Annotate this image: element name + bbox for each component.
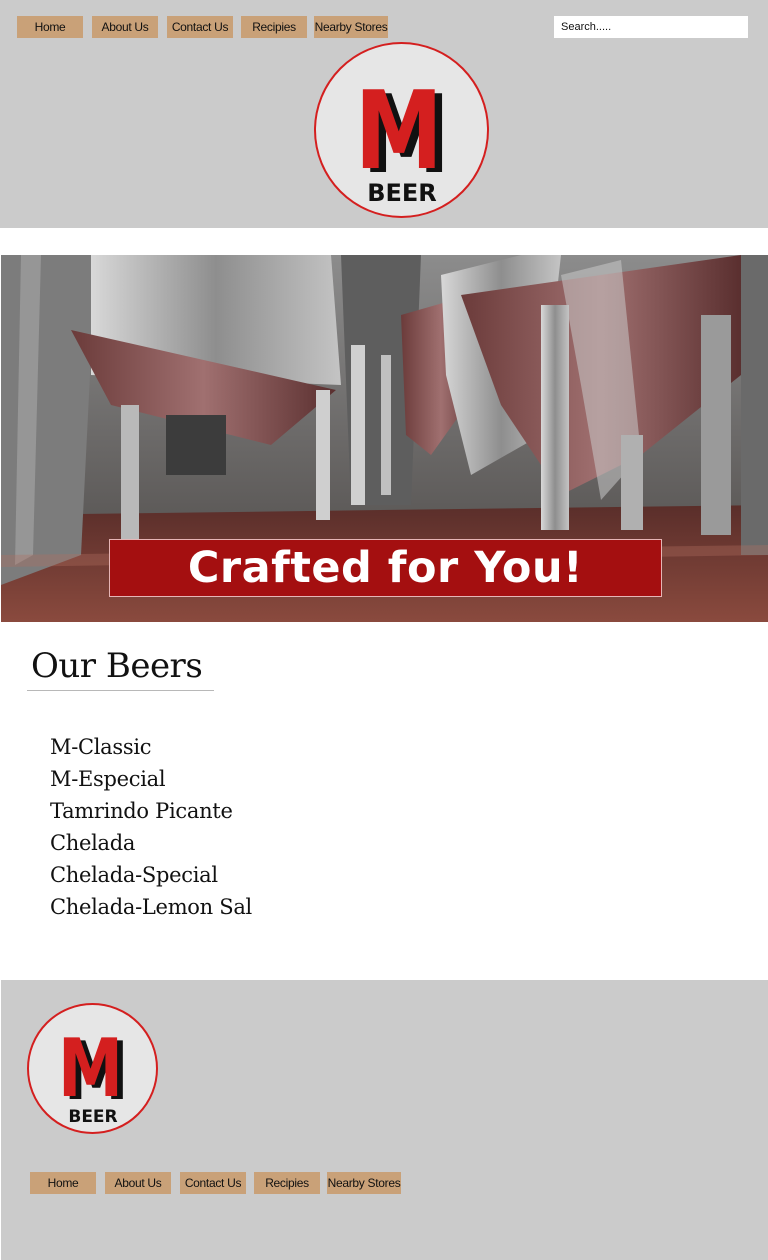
footer-recipes-button[interactable]: Recipies [254,1172,320,1194]
footer-home-button[interactable]: Home [30,1172,96,1194]
footer-stores-button[interactable]: Nearby Stores [327,1172,401,1194]
footer-about-button[interactable]: About Us [105,1172,171,1194]
nav-recipes-button[interactable]: Recipies [241,16,307,38]
nav-home-button[interactable]: Home [17,16,83,38]
beer-item[interactable]: Chelada-Lemon Sal [50,891,252,923]
hero-image: Crafted for You! [1,255,768,622]
beer-item[interactable]: Chelada-Special [50,859,252,891]
brand-logo[interactable]: M M BEER [314,42,489,218]
footer-logo-word: BEER [68,1107,117,1127]
site-footer: M M BEER Home About Us Contact Us Recipi… [1,980,768,1260]
logo-mark: M M BEER [355,68,451,207]
nav-contact-button[interactable]: Contact Us [167,16,233,38]
beer-item[interactable]: M-Classic [50,731,252,763]
hero-banner-text: Crafted for You! [187,543,584,593]
beer-item[interactable]: Tamrindo Picante [50,795,252,827]
nav-stores-button[interactable]: Nearby Stores [314,16,388,38]
hero-banner: Crafted for You! [109,539,662,597]
beer-item[interactable]: M-Especial [50,763,252,795]
footer-logo[interactable]: M M BEER [27,1003,158,1134]
site-header: Home About Us Contact Us Recipies Nearby… [0,0,768,228]
heading-divider [27,690,214,691]
nav-about-button[interactable]: About Us [92,16,158,38]
beers-heading: Our Beers [31,646,203,686]
beer-list: M-Classic M-Especial Tamrindo Picante Ch… [50,731,252,923]
footer-contact-button[interactable]: Contact Us [180,1172,246,1194]
footer-logo-letter: M [58,1023,123,1116]
logo-letter: M [355,68,443,194]
logo-word: BEER [367,179,437,207]
footer-logo-mark: M M BEER [58,1023,129,1127]
beer-item[interactable]: Chelada [50,827,252,859]
search-input[interactable] [554,16,748,38]
